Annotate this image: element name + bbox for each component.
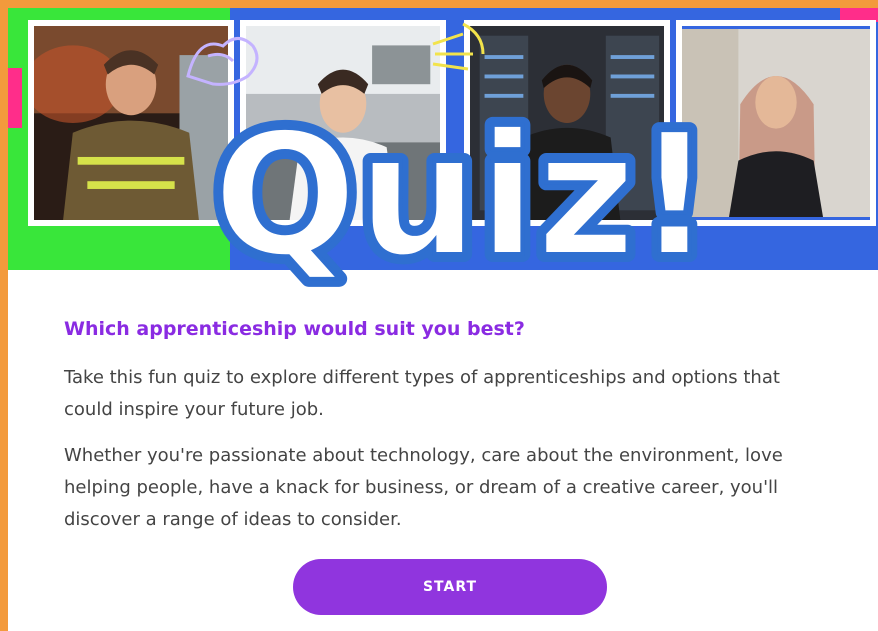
intro-paragraph-2: Whether you're passionate about technolo… <box>64 445 783 530</box>
quiz-title: Quiz! Quiz! <box>205 89 721 294</box>
sparkle-doodle-icon <box>432 22 485 71</box>
quiz-intro: Which apprenticeship would suit you best… <box>64 270 824 536</box>
intro-paragraph-1: Take this fun quiz to explore different … <box>64 367 780 420</box>
start-button[interactable]: START <box>293 559 607 615</box>
page-frame: Quiz! Quiz! Which apprenticeship would s… <box>8 8 878 631</box>
pink-accent <box>8 68 22 128</box>
quiz-subtitle: Which apprenticeship would suit you best… <box>64 318 525 340</box>
quiz-title-outline: Quiz! <box>213 97 713 294</box>
